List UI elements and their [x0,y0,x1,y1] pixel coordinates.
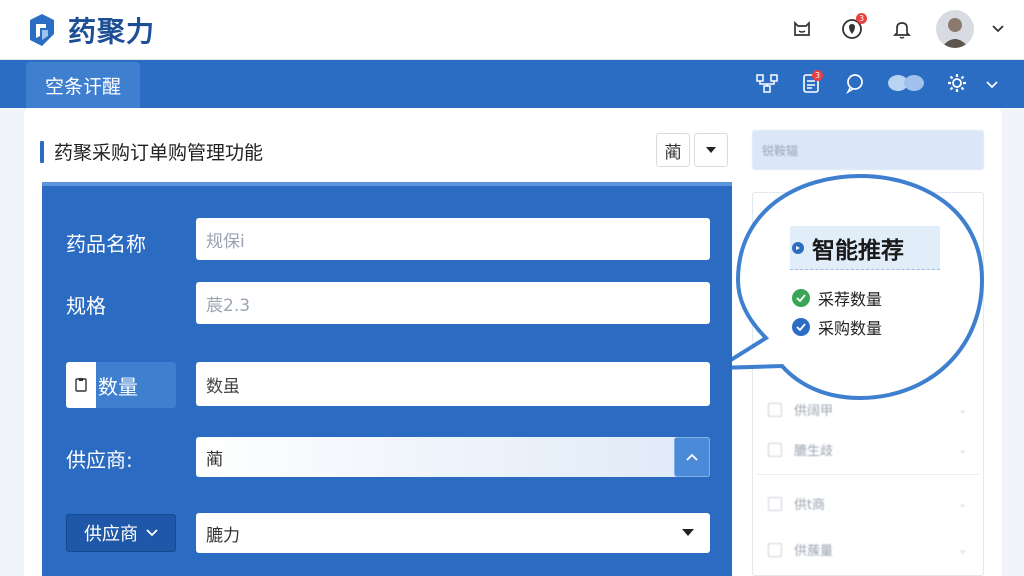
chevron-up-icon[interactable] [674,437,710,477]
spec-label: 规格 [66,294,106,318]
location-alert-icon[interactable]: 3 [836,13,868,45]
avatar[interactable] [936,10,974,48]
supplier-dropdown-button[interactable]: 供应商 [66,514,176,552]
chevron-down-icon[interactable] [986,74,998,93]
chevron-down-icon: ⌄ [958,497,968,510]
order-form: 药品名称 规保i 规格 莀2.3 数量 数虽 供应商: 蔺 供应商 膔力 [42,182,732,576]
title-action-button[interactable]: 蔺 [656,133,690,167]
top-bar: 药聚力 3 [0,0,1024,60]
clipboard-badge: 3 [812,70,823,81]
bell-icon[interactable] [886,13,918,45]
check-circle-icon [792,289,810,307]
gear-icon[interactable] [942,68,972,98]
list-item[interactable]: 供蔟量 ⌄ [768,540,967,559]
message-icon[interactable] [884,68,928,98]
caret-down-icon [706,147,716,153]
supplier-dropdown-label: 供应商 [84,524,138,545]
list-item[interactable]: 供t商 ⌄ [768,494,967,513]
chevron-down-icon: ⌄ [958,543,968,556]
supplier-input[interactable]: 蔺 [196,437,710,477]
org-chart-icon[interactable] [752,68,782,98]
recommend-item[interactable]: 采荐数量 [792,286,882,310]
tab-active[interactable]: 空条讦醒 [26,62,140,108]
supplier-select[interactable]: 膔力 [196,513,710,553]
chat-icon[interactable] [840,68,870,98]
checkbox[interactable] [768,542,782,557]
qty-chip[interactable]: 数量 [66,362,176,408]
app-name: 药聚力 [68,15,156,48]
app-logo[interactable]: 药聚力 [24,10,155,50]
chevron-down-icon[interactable] [992,22,1004,36]
check-circle-icon [792,318,810,336]
bullet-icon [792,241,804,254]
checkbox[interactable] [768,496,782,511]
spec-input[interactable]: 莀2.3 [196,282,710,324]
clipboard-icon[interactable]: 3 [796,68,826,98]
page-title: 药聚采购订单购管理功能 [54,142,264,164]
drug-name-input[interactable]: 规保i [196,218,710,260]
drug-name-label: 药品名称 [66,232,146,256]
section-title: 药聚采购订单购管理功能 [40,138,263,165]
title-dropdown-button[interactable] [694,133,728,167]
divider [756,474,980,475]
title-accent-bar [40,140,44,163]
mail-cat-icon[interactable] [786,13,818,45]
chevron-down-icon [146,529,158,537]
checkbox[interactable] [768,442,782,457]
right-search-input[interactable]: 锐鞍辐 [752,130,984,170]
supplier-select-value: 膔力 [206,525,240,546]
chevron-down-icon: ⌄ [958,443,968,456]
recommend-title: 智能推荐 [790,226,940,270]
qty-input[interactable]: 数虽 [196,362,710,406]
supplier-input-value: 蔺 [206,449,223,470]
qty-label: 数量 [98,374,138,399]
supplier-label: 供应商: [66,448,133,472]
logo-icon [30,14,54,46]
clipboard-small-icon [66,362,96,408]
caret-down-icon [682,529,694,536]
nav-bar: 空条讦醒 3 [0,60,1024,108]
recommend-item[interactable]: 采购数量 [792,315,882,339]
list-item[interactable]: 膔生歧 ⌄ [768,440,967,459]
alert-badge: 3 [856,13,867,24]
